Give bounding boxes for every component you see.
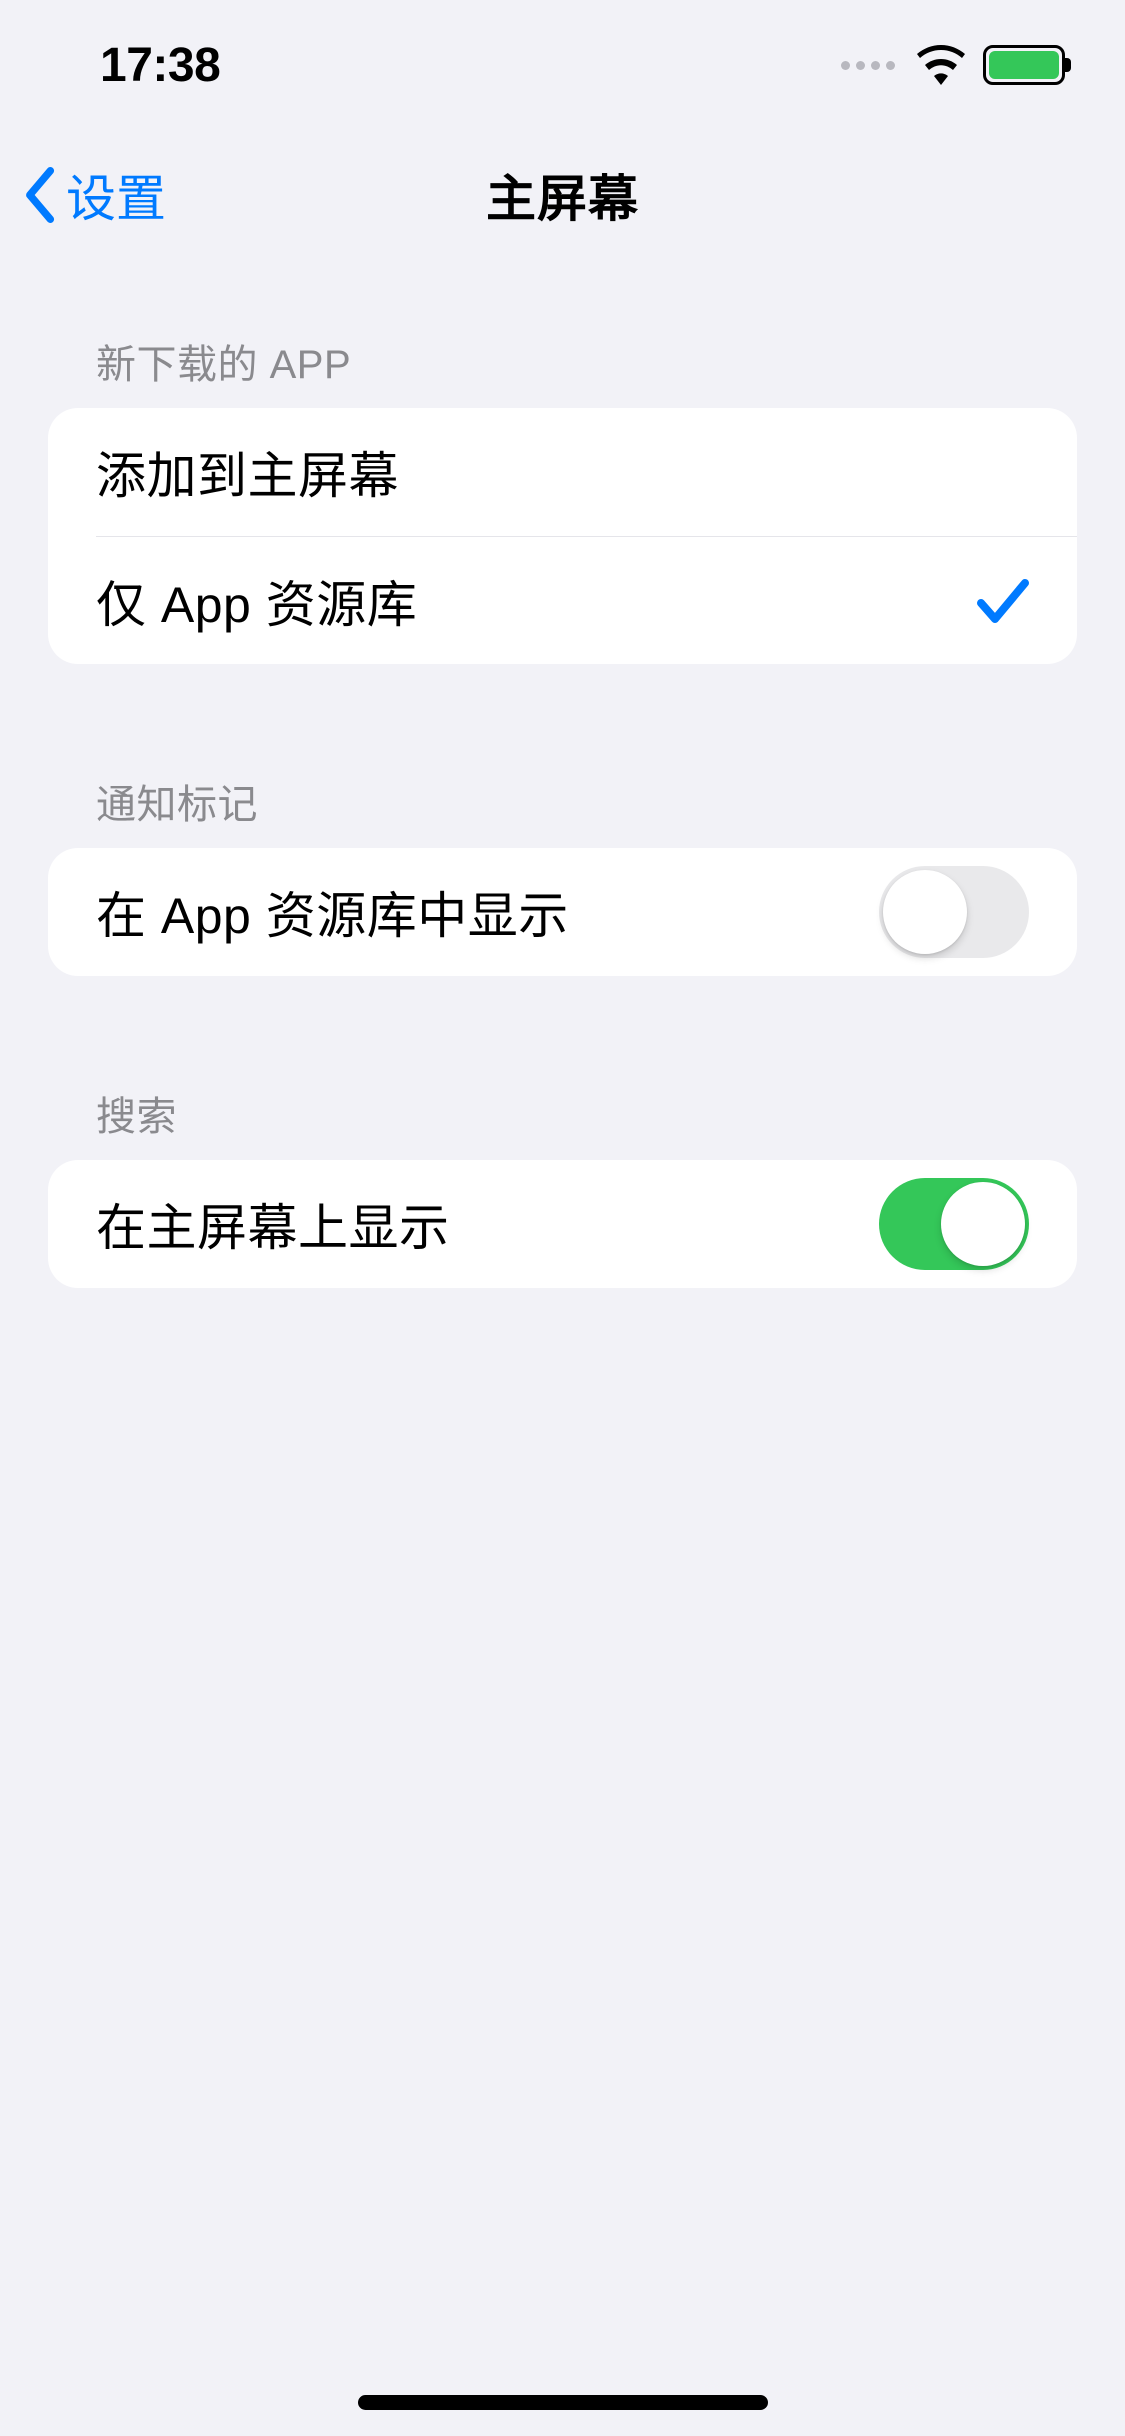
- option-add-to-home[interactable]: 添加到主屏幕: [48, 408, 1077, 536]
- home-indicator[interactable]: [358, 2395, 768, 2410]
- row-label: 在 App 资源库中显示: [96, 876, 569, 948]
- status-icons: [841, 45, 1065, 85]
- battery-icon: [983, 45, 1065, 85]
- option-label: 添加到主屏幕: [96, 436, 399, 508]
- nav-bar: 设置 主屏幕: [0, 130, 1125, 260]
- toggle-show-on-home[interactable]: [879, 1178, 1029, 1270]
- section-header-search: 搜索: [48, 1066, 1077, 1160]
- toggle-show-in-app-library[interactable]: [879, 866, 1029, 958]
- status-bar: 17:38: [0, 0, 1125, 130]
- option-label: 仅 App 资源库: [96, 565, 417, 637]
- wifi-icon: [917, 45, 965, 85]
- group-badges: 在 App 资源库中显示: [48, 848, 1077, 976]
- back-button[interactable]: 设置: [22, 159, 166, 231]
- row-show-on-home: 在主屏幕上显示: [48, 1160, 1077, 1288]
- row-show-in-app-library: 在 App 资源库中显示: [48, 848, 1077, 976]
- group-search: 在主屏幕上显示: [48, 1160, 1077, 1288]
- section-header-new-apps: 新下载的 APP: [48, 314, 1077, 408]
- section-header-badges: 通知标记: [48, 754, 1077, 848]
- status-time: 17:38: [100, 38, 220, 93]
- chevron-left-icon: [22, 167, 60, 223]
- back-label: 设置: [66, 159, 166, 231]
- cellular-dots-icon: [841, 61, 895, 70]
- option-app-library-only[interactable]: 仅 App 资源库: [96, 536, 1077, 664]
- group-new-apps: 添加到主屏幕 仅 App 资源库: [48, 408, 1077, 664]
- checkmark-icon: [977, 577, 1029, 625]
- row-label: 在主屏幕上显示: [96, 1188, 450, 1260]
- page-title: 主屏幕: [486, 159, 639, 231]
